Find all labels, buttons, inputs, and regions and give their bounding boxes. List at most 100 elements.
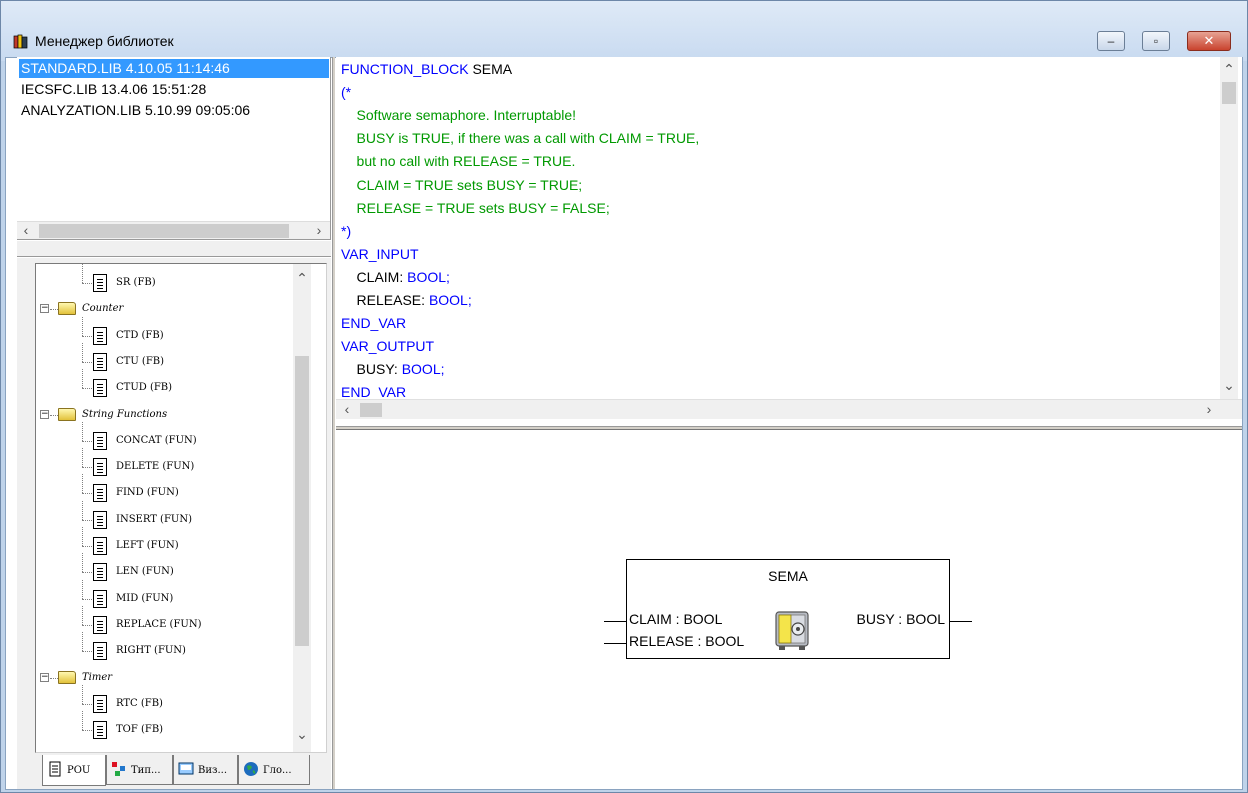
tree-item-label: CTUD (FB): [116, 382, 173, 393]
pou-icon: [49, 761, 61, 777]
tree-item[interactable]: MID (FUN): [36, 580, 291, 612]
maximize-button[interactable]: ▫: [1142, 31, 1170, 51]
tree-item[interactable]: DELETE (FUN): [36, 448, 291, 480]
scroll-left-icon[interactable]: ‹: [338, 401, 356, 419]
document-icon: [93, 642, 107, 660]
title-bar[interactable]: Менеджер библиотек – ▫ ✕: [1, 1, 1247, 61]
library-list-item[interactable]: ANALYZATION.LIB 5.10.99 09:05:06: [19, 101, 250, 120]
scroll-thumb[interactable]: [39, 224, 289, 238]
scroll-up-icon[interactable]: ⌃: [1220, 61, 1238, 79]
code-text: SEMA: [472, 61, 513, 77]
scroll-right-icon[interactable]: ›: [1200, 401, 1218, 419]
tree-item-label: DELETE (FUN): [116, 461, 195, 472]
scroll-thumb[interactable]: [1222, 82, 1236, 104]
tab-label: Тип...: [131, 765, 161, 776]
tree-item[interactable]: CTD (FB): [36, 317, 291, 349]
tree-item[interactable]: FIND (FUN): [36, 474, 291, 506]
library-books-icon: [13, 34, 28, 49]
code-line: CLAIM = TRUE sets BUSY = TRUE;: [341, 174, 583, 197]
tree-connector: [50, 678, 58, 679]
tree-connector: [82, 422, 83, 441]
types-icon: [112, 762, 125, 776]
object-tree[interactable]: SR (FB) − Counter CTD (FB) CTU (FB) CTUD (FB)…: [35, 263, 327, 753]
close-button[interactable]: ✕: [1187, 31, 1231, 51]
library-list-item[interactable]: STANDARD.LIB 4.10.05 11:14:46: [19, 59, 329, 78]
tab-pou[interactable]: POU: [42, 755, 106, 786]
tab-label: Гло...: [263, 765, 292, 776]
scroll-down-icon[interactable]: ⌄: [293, 726, 311, 744]
editor-hscrollbar[interactable]: ‹ ›: [336, 399, 1242, 419]
tree-item[interactable]: LEN (FUN): [36, 553, 291, 585]
tree-folder[interactable]: − Timer: [36, 665, 291, 691]
scroll-left-icon[interactable]: ‹: [17, 222, 35, 240]
tab-globals[interactable]: Гло...: [238, 755, 310, 785]
scroll-thumb[interactable]: [360, 403, 382, 417]
function-block-box[interactable]: SEMA CLAIM : BOOL RELEASE : BOOL BUSY : …: [626, 559, 950, 659]
tree-connector: [50, 309, 58, 310]
document-icon: [93, 353, 107, 371]
tab-visualization[interactable]: Виз...: [173, 755, 238, 785]
tree-connector: [82, 362, 92, 363]
scroll-down-icon[interactable]: ⌄: [1220, 377, 1238, 395]
tree-item[interactable]: TOF (FB): [36, 711, 291, 743]
code-text: BUSY:: [341, 361, 402, 378]
scroll-right-icon[interactable]: ›: [310, 222, 328, 240]
tree-item[interactable]: RTC (FB): [36, 685, 291, 717]
code-line: RELEASE = TRUE sets BUSY = FALSE;: [341, 197, 610, 220]
tree-connector: [82, 283, 92, 284]
tree-connector: [82, 520, 92, 521]
editor-vscrollbar[interactable]: ⌃ ⌄: [1220, 57, 1238, 399]
tree-item[interactable]: RIGHT (FUN): [36, 632, 291, 664]
library-list[interactable]: STANDARD.LIB 4.10.05 11:14:46 IECSFC.LIB …: [17, 57, 331, 240]
library-list-hscrollbar[interactable]: ‹ ›: [17, 221, 330, 239]
tree-item-label: INSERT (FUN): [116, 514, 192, 525]
tab-types[interactable]: Тип...: [106, 755, 173, 785]
code-line: but no call with RELEASE = TRUE.: [341, 150, 576, 173]
tree-connector: [82, 572, 92, 573]
library-list-item[interactable]: IECSFC.LIB 13.4.06 15:51:28: [19, 80, 206, 99]
tree-folder-label: Timer: [82, 672, 113, 683]
code-keyword: VAR_OUTPUT: [341, 338, 435, 355]
scroll-up-icon[interactable]: ⌃: [293, 270, 311, 288]
tree-connector: [82, 625, 92, 626]
tree-item-label: FIND (FUN): [116, 487, 179, 498]
tree-item[interactable]: REPLACE (FUN): [36, 606, 291, 638]
tree-connector: [82, 467, 92, 468]
tree-item-label: SR (FB): [116, 277, 156, 288]
tree-folder[interactable]: − Counter: [36, 296, 291, 322]
tree-item[interactable]: CTU (FB): [36, 343, 291, 375]
tree-connector: [82, 369, 83, 388]
minimize-button[interactable]: –: [1097, 31, 1125, 51]
vertical-splitter[interactable]: [332, 57, 335, 789]
globals-icon: [244, 762, 258, 776]
input-label: RELEASE : BOOL: [629, 633, 745, 649]
output-label: BUSY : BOOL: [856, 611, 945, 627]
tree-folder[interactable]: − String Functions: [36, 402, 291, 428]
declaration-editor[interactable]: FUNCTION_BLOCK SEMA (* Software semaphore…: [336, 57, 1242, 426]
input-label: CLAIM : BOOL: [629, 611, 723, 627]
code-keyword: BOOL;: [401, 361, 445, 378]
panel-splitter[interactable]: [17, 241, 331, 257]
code-line: Software semaphore. Interruptable!: [341, 104, 576, 127]
tree-item-label: RTC (FB): [116, 698, 163, 709]
tree-connector: [82, 632, 83, 651]
tree-item[interactable]: SR (FB): [36, 264, 291, 296]
tree-item-label: LEFT (FUN): [116, 540, 179, 551]
document-icon: [93, 432, 107, 450]
tree-vscrollbar[interactable]: ⌃ ⌄: [293, 264, 311, 752]
visualization-icon: [178, 762, 194, 775]
tree-item[interactable]: INSERT (FUN): [36, 501, 291, 533]
tree-item-label: REPLACE (FUN): [116, 619, 202, 630]
tree-connector: [82, 493, 92, 494]
scroll-thumb[interactable]: [295, 356, 309, 646]
collapse-icon[interactable]: −: [40, 304, 49, 313]
collapse-icon[interactable]: −: [40, 673, 49, 682]
code-line: CLAIM: BOOL;: [341, 266, 450, 289]
tree-item[interactable]: CTUD (FB): [36, 369, 291, 401]
tree-item[interactable]: LEFT (FUN): [36, 527, 291, 559]
document-icon: [93, 274, 107, 292]
code-line: (*: [341, 81, 351, 104]
collapse-icon[interactable]: −: [40, 410, 49, 419]
tree-connector: [82, 448, 83, 467]
tree-item[interactable]: CONCAT (FUN): [36, 422, 291, 454]
